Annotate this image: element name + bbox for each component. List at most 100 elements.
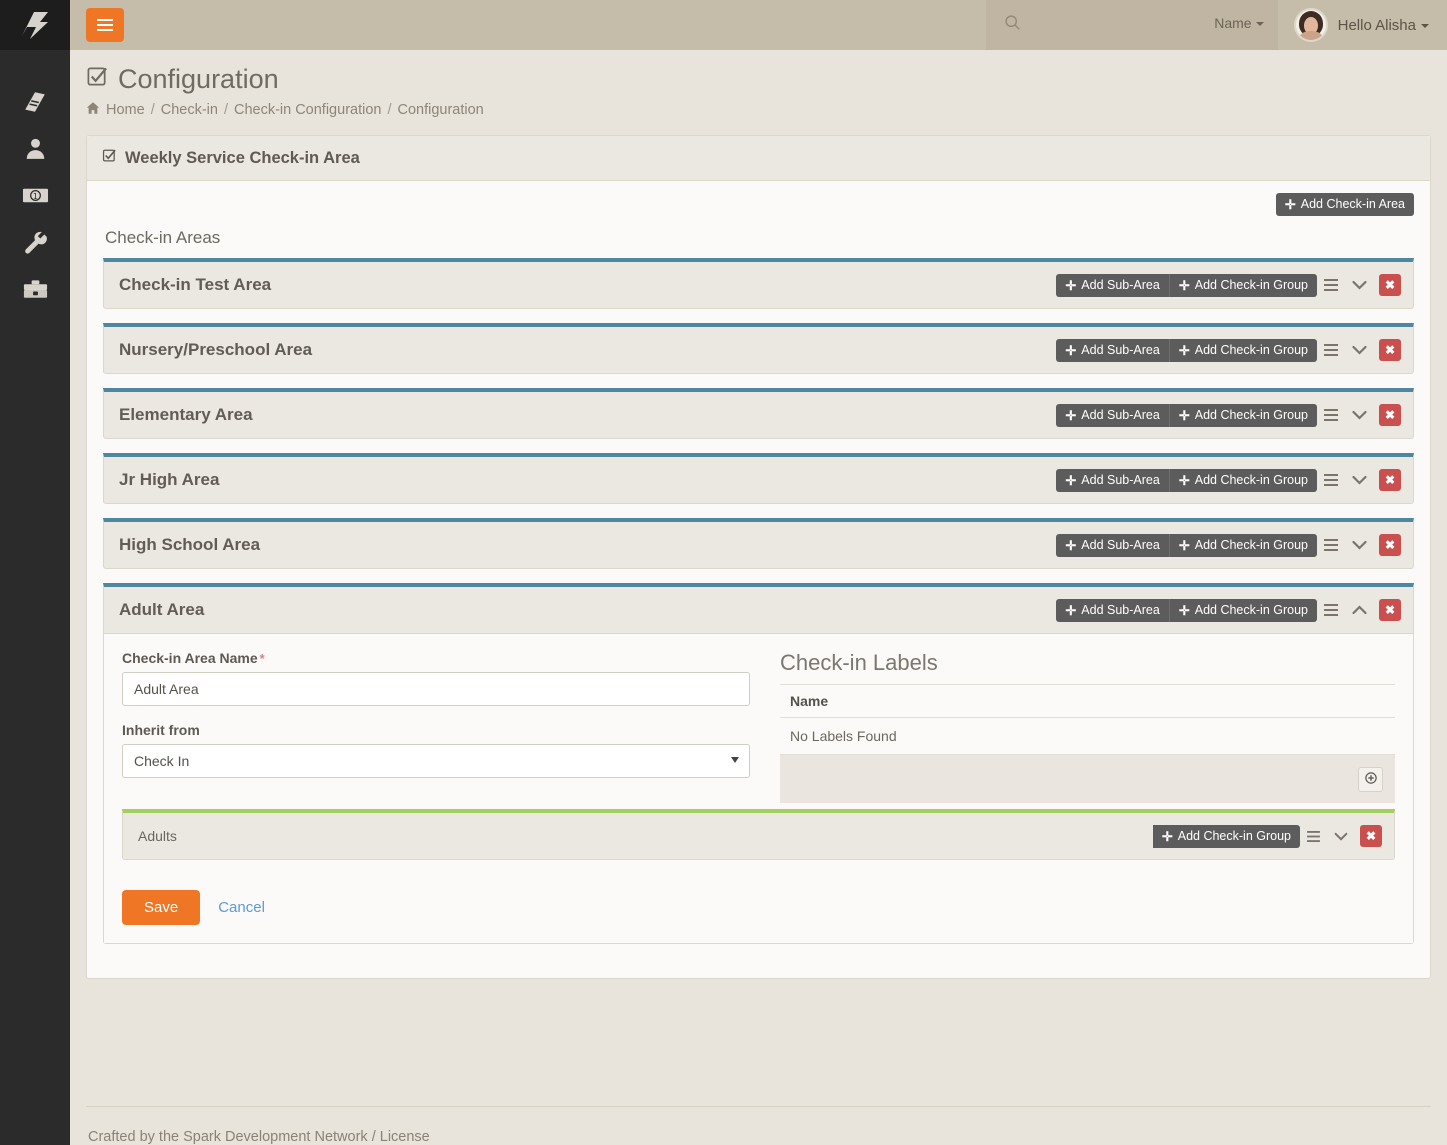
- area-name: Elementary Area: [119, 405, 1056, 425]
- plus-icon: ✛: [1179, 279, 1190, 292]
- add-checkin-group-button[interactable]: ✛ Add Check-in Group: [1170, 599, 1317, 622]
- delete-group-button[interactable]: ✖: [1360, 825, 1382, 847]
- search-icon[interactable]: [1004, 14, 1021, 36]
- checkin-area-row: Check-in Test Area ✛ Add Sub-Area ✛: [103, 258, 1414, 309]
- add-sub-area-button[interactable]: ✛ Add Sub-Area: [1056, 404, 1169, 427]
- delete-area-button[interactable]: ✖: [1379, 469, 1401, 491]
- delete-area-button[interactable]: ✖: [1379, 274, 1401, 296]
- checkin-area-row: Jr High Area ✛ Add Sub-Area ✛ A: [103, 453, 1414, 504]
- plus-icon: ✛: [1179, 344, 1190, 357]
- area-form-grid: Check-in Area Name* Inherit from: [122, 650, 1395, 803]
- sidebar-item-tools[interactable]: [0, 266, 70, 313]
- chevron-down-icon[interactable]: [1345, 538, 1374, 552]
- rock-rms-logo[interactable]: [0, 0, 70, 50]
- breadcrumb-checkin-configuration[interactable]: Check-in Configuration: [234, 102, 382, 118]
- save-button[interactable]: Save: [122, 890, 200, 925]
- add-checkin-group-label: Add Check-in Group: [1195, 539, 1308, 552]
- checkin-area-row: Elementary Area ✛ Add Sub-Area ✛: [103, 388, 1414, 439]
- left-sidebar: 1: [0, 0, 70, 1145]
- area-header[interactable]: Adult Area ✛ Add Sub-Area ✛ Add: [104, 587, 1413, 633]
- delete-area-button[interactable]: ✖: [1379, 599, 1401, 621]
- reorder-bars-icon[interactable]: [1317, 472, 1345, 488]
- inherit-from-select[interactable]: [122, 744, 750, 778]
- add-checkin-group-label: Add Check-in Group: [1195, 474, 1308, 487]
- sidebar-item-admin-tools[interactable]: [0, 219, 70, 266]
- chevron-up-icon[interactable]: [1345, 603, 1374, 617]
- add-sub-area-button[interactable]: ✛ Add Sub-Area: [1056, 339, 1169, 362]
- hamburger-icon[interactable]: [86, 8, 124, 42]
- add-label-button[interactable]: [1358, 767, 1383, 792]
- sidebar-nav: 1: [0, 50, 70, 313]
- area-header[interactable]: Elementary Area ✛ Add Sub-Area ✛: [104, 392, 1413, 438]
- name-filter-dropdown[interactable]: Name: [1214, 15, 1263, 31]
- add-checkin-group-button[interactable]: ✛ Add Check-in Group: [1170, 469, 1317, 492]
- breadcrumb-home[interactable]: Home: [106, 102, 145, 118]
- check-square-icon: [102, 148, 117, 168]
- sidebar-item-finance[interactable]: 1: [0, 172, 70, 219]
- add-checkin-group-label: Add Check-in Group: [1195, 409, 1308, 422]
- area-name-input[interactable]: [122, 672, 750, 706]
- area-header[interactable]: High School Area ✛ Add Sub-Area ✛: [104, 522, 1413, 568]
- add-checkin-group-button[interactable]: ✛ Add Check-in Group: [1170, 339, 1317, 362]
- area-actions: ✛ Add Sub-Area ✛ Add Check-in Group: [1056, 534, 1401, 557]
- inherit-from-label: Inherit from: [122, 722, 750, 738]
- chevron-down-icon[interactable]: [1345, 278, 1374, 292]
- area-name: Jr High Area: [119, 470, 1056, 490]
- sidebar-item-cms[interactable]: [0, 78, 70, 125]
- required-marker: *: [260, 651, 265, 666]
- svg-text:1: 1: [33, 192, 38, 201]
- cancel-button[interactable]: Cancel: [218, 899, 265, 916]
- table-row: No Labels Found: [780, 718, 1395, 755]
- search-input[interactable]: [1031, 18, 1181, 33]
- area-button-group: ✛ Add Sub-Area ✛ Add Check-in Group: [1056, 469, 1317, 492]
- area-header[interactable]: Jr High Area ✛ Add Sub-Area ✛ A: [104, 457, 1413, 503]
- chevron-down-icon[interactable]: [1327, 830, 1355, 843]
- license-link[interactable]: License: [380, 1129, 430, 1145]
- group-header[interactable]: Adults ✛ Add Check-in Group: [123, 813, 1394, 859]
- checkin-group-row: Adults ✛ Add Check-in Group: [122, 809, 1395, 860]
- add-checkin-group-button[interactable]: ✛ Add Check-in Group: [1170, 274, 1317, 297]
- page-header: Configuration Home / Check-in / Check-in…: [70, 50, 1447, 119]
- panel-header: Weekly Service Check-in Area: [87, 136, 1430, 181]
- chevron-down-icon[interactable]: [1345, 408, 1374, 422]
- add-checkin-group-button[interactable]: ✛ Add Check-in Group: [1170, 534, 1317, 557]
- add-sub-area-button[interactable]: ✛ Add Sub-Area: [1056, 599, 1169, 622]
- table-header-row: Name: [780, 685, 1395, 718]
- add-checkin-group-button[interactable]: ✛ Add Check-in Group: [1170, 404, 1317, 427]
- avatar: [1294, 8, 1328, 42]
- add-checkin-group-label: Add Check-in Group: [1195, 604, 1308, 617]
- reorder-bars-icon[interactable]: [1317, 407, 1345, 423]
- add-sub-area-button[interactable]: ✛ Add Sub-Area: [1056, 469, 1169, 492]
- add-sub-area-button[interactable]: ✛ Add Sub-Area: [1056, 274, 1169, 297]
- plus-icon: ✛: [1065, 344, 1076, 357]
- chevron-down-icon[interactable]: [1345, 473, 1374, 487]
- add-checkin-group-button[interactable]: ✛ Add Check-in Group: [1153, 825, 1300, 848]
- sidebar-item-people[interactable]: [0, 125, 70, 172]
- reorder-bars-icon[interactable]: [1317, 277, 1345, 293]
- chevron-down-icon[interactable]: [1345, 343, 1374, 357]
- breadcrumb-current: Configuration: [398, 102, 484, 118]
- add-checkin-area-button[interactable]: ✛ Add Check-in Area: [1276, 193, 1414, 216]
- reorder-bars-icon[interactable]: [1317, 602, 1345, 618]
- footer-credit: Crafted by the Spark Development Network: [88, 1129, 368, 1145]
- breadcrumb-checkin[interactable]: Check-in: [161, 102, 218, 118]
- area-name-field: Check-in Area Name*: [122, 650, 750, 706]
- area-button-group: ✛ Add Sub-Area ✛ Add Check-in Group: [1056, 339, 1317, 362]
- delete-area-button[interactable]: ✖: [1379, 404, 1401, 426]
- plus-icon: ✛: [1065, 409, 1076, 422]
- add-sub-area-button[interactable]: ✛ Add Sub-Area: [1056, 534, 1169, 557]
- add-sub-area-label: Add Sub-Area: [1081, 279, 1160, 292]
- person-icon: [23, 136, 48, 161]
- plus-icon: ✛: [1065, 474, 1076, 487]
- reorder-bars-icon[interactable]: [1317, 342, 1345, 358]
- name-filter-label: Name: [1214, 15, 1251, 31]
- plus-icon: ✛: [1285, 198, 1296, 211]
- area-header[interactable]: Nursery/Preschool Area ✛ Add Sub-Area ✛: [104, 327, 1413, 373]
- reorder-bars-icon[interactable]: [1300, 829, 1327, 844]
- reorder-bars-icon[interactable]: [1317, 537, 1345, 553]
- area-header[interactable]: Check-in Test Area ✛ Add Sub-Area ✛: [104, 262, 1413, 308]
- book-icon: [22, 89, 48, 115]
- user-menu[interactable]: Hello Alisha: [1278, 0, 1447, 50]
- delete-area-button[interactable]: ✖: [1379, 339, 1401, 361]
- delete-area-button[interactable]: ✖: [1379, 534, 1401, 556]
